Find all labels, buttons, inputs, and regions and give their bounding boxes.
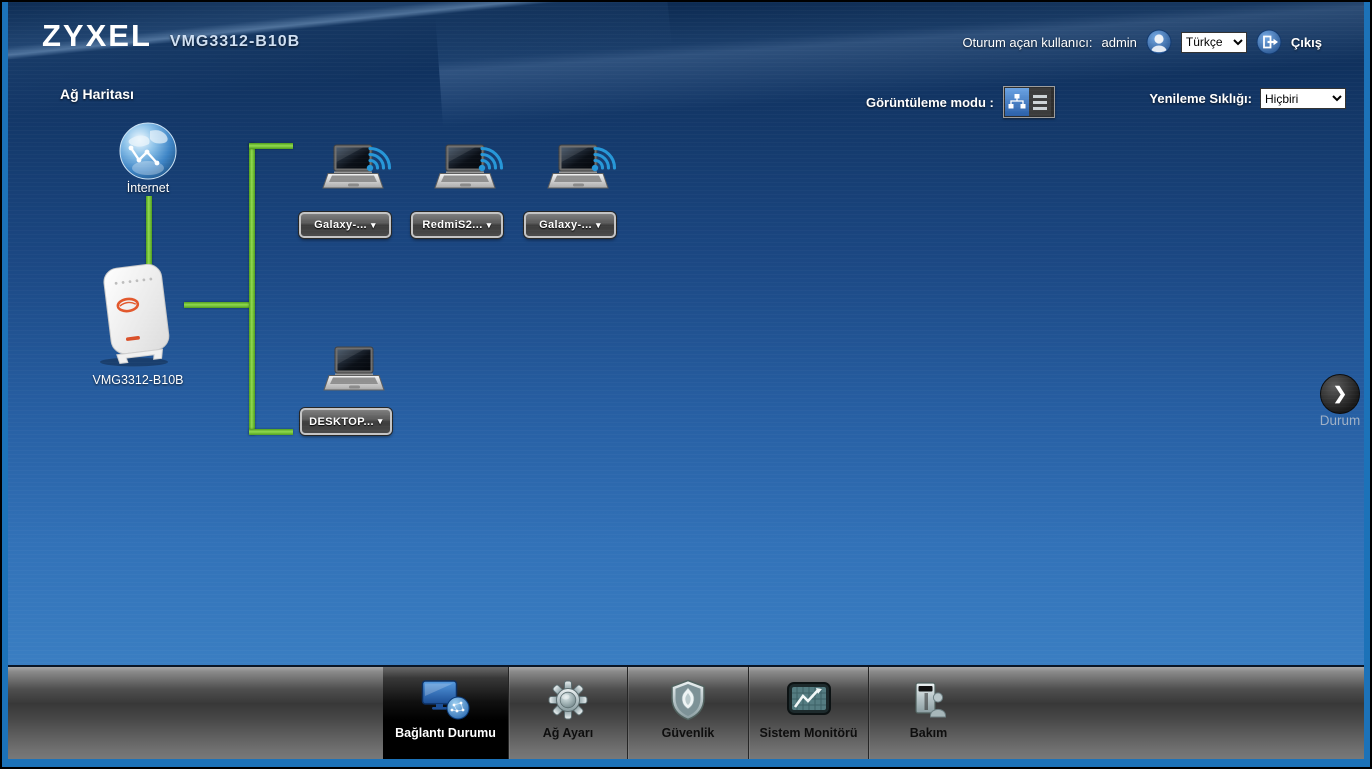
device-dropdown-button[interactable]: Galaxy-... ▾ — [524, 212, 616, 238]
maintenance-icon — [914, 682, 946, 718]
refresh-interval-label: Yenileme Sıklığı: — [1149, 91, 1252, 106]
chevron-right-icon: ❯ — [1332, 384, 1348, 403]
link-branch-bottom — [249, 429, 293, 435]
device-name: Galaxy-... — [314, 219, 367, 231]
system-monitor-icon — [786, 682, 831, 715]
link-internet-router — [146, 196, 152, 266]
nav-label: Güvenlik — [661, 726, 715, 740]
internet-globe-icon — [119, 122, 177, 180]
nav-item-security[interactable]: Güvenlik — [627, 667, 748, 759]
list-view-icon — [1032, 94, 1047, 98]
wifi-signal-icon — [478, 146, 504, 172]
device-name: RedmiS2... — [422, 219, 483, 231]
view-mode-list-button[interactable] — [1028, 88, 1051, 116]
refresh-interval-select[interactable]: Hiçbiri — [1260, 88, 1346, 109]
nav-item-connection-status[interactable]: Bağlantı Durumu — [383, 667, 508, 759]
zyxel-logo: ZYXEL — [42, 18, 152, 53]
view-mode-group: Görüntüleme modu : — [866, 86, 1055, 118]
link-router-trunk — [184, 302, 251, 308]
laptop-icon — [323, 346, 385, 391]
language-select[interactable]: Türkçe — [1180, 31, 1247, 53]
dropdown-caret-icon: ▾ — [371, 219, 376, 230]
network-map-area: ZYXEL VMG3312-B10B Oturum açan kullanıcı… — [8, 2, 1364, 665]
main-nav: Bağlantı Durumu Ağ Ayarı Güvenlik Sistem… — [8, 665, 1364, 759]
internet-label: İnternet — [126, 181, 170, 195]
device-dropdown-button[interactable]: Galaxy-... ▾ — [299, 212, 391, 238]
view-mode-label: Görüntüleme modu : — [866, 94, 994, 110]
logout-icon[interactable] — [1256, 29, 1282, 55]
wifi-signal-icon — [591, 146, 617, 172]
nav-item-network-setting[interactable]: Ağ Ayarı — [508, 667, 627, 759]
brand-area: ZYXEL VMG3312-B10B — [42, 18, 300, 54]
device-name: Galaxy-... — [539, 219, 592, 231]
nav-item-maintenance[interactable]: Bakım — [868, 667, 988, 759]
page-title: Ağ Haritası — [60, 86, 134, 102]
nav-label: Bağlantı Durumu — [395, 726, 496, 740]
connection-status-icon — [421, 680, 469, 720]
view-mode-tree-button[interactable] — [1004, 88, 1029, 116]
status-panel-button[interactable]: ❯ — [1320, 374, 1360, 414]
logout-button[interactable]: Çıkış — [1291, 35, 1322, 50]
gear-icon — [548, 680, 588, 720]
nav-item-system-monitor[interactable]: Sistem Monitörü — [748, 667, 868, 759]
link-branch-top — [249, 143, 293, 149]
refresh-group: Yenileme Sıklığı: Hiçbiri — [1149, 88, 1346, 109]
nav-label: Sistem Monitörü — [759, 726, 858, 740]
dropdown-caret-icon: ▾ — [596, 219, 601, 230]
session-user-label: Oturum açan kullanıcı: — [962, 34, 1093, 50]
device-dropdown-button[interactable]: RedmiS2... ▾ — [411, 212, 503, 238]
router-admin-window: ZYXEL VMG3312-B10B Oturum açan kullanıcı… — [0, 0, 1372, 769]
tree-view-icon — [1008, 94, 1026, 109]
link-trunk — [249, 143, 255, 435]
device-name: DESKTOP... — [309, 415, 374, 428]
wifi-signal-icon — [366, 146, 392, 172]
router-label: VMG3312-B10B — [92, 373, 184, 387]
status-panel-label: Durum — [1319, 413, 1361, 428]
dropdown-caret-icon: ▾ — [377, 416, 383, 426]
nav-label: Bakım — [909, 726, 948, 740]
router-device-icon — [100, 263, 170, 367]
session-user-value: admin — [1101, 34, 1137, 50]
nav-label: Ağ Ayarı — [542, 726, 594, 740]
dropdown-caret-icon: ▾ — [486, 219, 492, 230]
device-dropdown-button[interactable]: DESKTOP... ▾ — [300, 408, 392, 435]
page-frame: ZYXEL VMG3312-B10B Oturum açan kullanıcı… — [2, 2, 1370, 767]
session-bar: Oturum açan kullanıcı: admin Türkçe Çıkı… — [962, 29, 1322, 55]
language-icon — [1146, 29, 1172, 55]
shield-icon — [671, 679, 705, 721]
device-model-title: VMG3312-B10B — [169, 33, 301, 50]
view-mode-toggle — [1002, 86, 1055, 118]
